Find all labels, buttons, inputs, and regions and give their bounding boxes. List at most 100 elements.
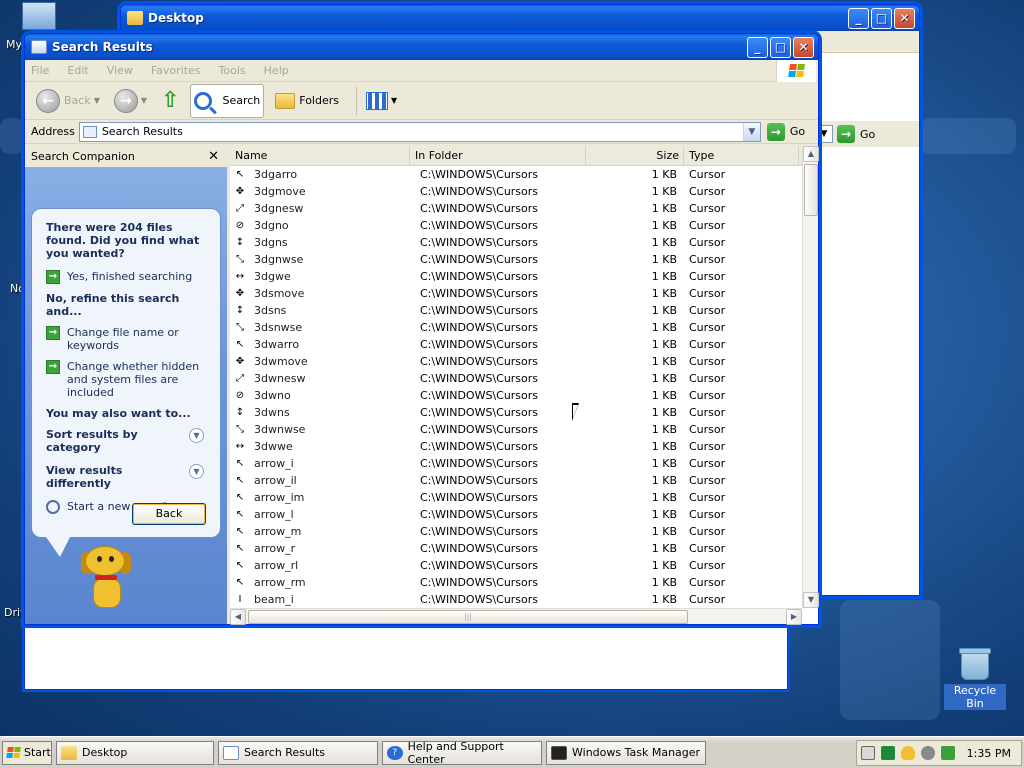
folders-button[interactable]: Folders [272, 84, 342, 118]
wallpaper-tile [0, 118, 24, 154]
taskbar-button-help-support[interactable]: ? Help and Support Center [382, 740, 542, 766]
table-row[interactable]: ⤢ 3dwnesw C:\WINDOWS\Cursors 1 KB Cursor [230, 370, 802, 387]
green-arrow-icon: → [46, 326, 60, 340]
file-name: 3dwno [254, 389, 291, 402]
table-row[interactable]: ↖ arrow_im C:\WINDOWS\Cursors 1 KB Cursor [230, 489, 802, 506]
table-row[interactable]: ⤡ 3dwnwse C:\WINDOWS\Cursors 1 KB Cursor [230, 421, 802, 438]
file-size: 1 KB [651, 423, 677, 436]
close-icon[interactable]: ✕ [208, 149, 219, 164]
file-folder: C:\WINDOWS\Cursors [420, 576, 539, 589]
table-row[interactable]: ↕ 3dwns C:\WINDOWS\Cursors 1 KB Cursor [230, 404, 802, 421]
column-header-size[interactable]: Size [586, 146, 684, 165]
table-row[interactable]: ↖ arrow_rl C:\WINDOWS\Cursors 1 KB Cursor [230, 557, 802, 574]
table-row[interactable]: ↖ arrow_r C:\WINDOWS\Cursors 1 KB Cursor [230, 540, 802, 557]
column-header-name[interactable]: Name [230, 146, 410, 165]
table-row[interactable]: ⤡ 3dsnwse C:\WINDOWS\Cursors 1 KB Cursor [230, 319, 802, 336]
scroll-thumb[interactable] [804, 164, 818, 216]
my-computer-icon[interactable] [22, 2, 56, 30]
menu-file[interactable]: File [31, 64, 49, 77]
change-hidden-files-link[interactable]: → Change whether hidden and system files… [46, 360, 210, 399]
chevron-down-icon[interactable]: ▼ [391, 96, 397, 105]
menu-edit[interactable]: Edit [67, 64, 88, 77]
desktop-icon-label[interactable]: No [10, 282, 25, 295]
views-button[interactable]: ▼ [363, 84, 400, 118]
finished-searching-link[interactable]: → Yes, finished searching [46, 270, 210, 284]
column-header-folder[interactable]: In Folder [410, 146, 586, 165]
recycle-bin[interactable]: Recycle Bin [944, 648, 1006, 710]
chevron-down-icon[interactable]: ▼ [94, 96, 100, 105]
column-header-type[interactable]: Type [684, 146, 799, 165]
table-row[interactable]: ↖ arrow_rm C:\WINDOWS\Cursors 1 KB Cursor [230, 574, 802, 591]
maximize-button[interactable]: □ [871, 8, 892, 29]
table-row[interactable]: Ibeam_i C:\WINDOWS\Cursors 1 KB Cursor [230, 591, 802, 608]
chevron-down-icon[interactable]: ▼ [742, 122, 760, 141]
cursor-file-icon: ⤡ [236, 253, 244, 265]
back-button[interactable]: ← Back ▼ [33, 84, 103, 118]
table-row[interactable]: ↔ 3dgwe C:\WINDOWS\Cursors 1 KB Cursor [230, 268, 802, 285]
sort-results-link[interactable]: Sort results by category ▼ [46, 428, 210, 454]
table-row[interactable]: ✥ 3dwmove C:\WINDOWS\Cursors 1 KB Cursor [230, 353, 802, 370]
table-row[interactable]: ⤢ 3dgnesw C:\WINDOWS\Cursors 1 KB Cursor [230, 200, 802, 217]
maximize-button[interactable]: □ [770, 37, 791, 58]
vertical-scrollbar[interactable]: ▲ ▼ [802, 146, 819, 608]
address-input[interactable]: Search Results ▼ [78, 121, 761, 142]
menu-help[interactable]: Help [264, 64, 289, 77]
minimize-button[interactable]: _ [848, 8, 869, 29]
table-row[interactable]: ↖ 3dgarro C:\WINDOWS\Cursors 1 KB Cursor [230, 166, 802, 183]
network-icon[interactable] [880, 746, 895, 760]
keyboard-icon[interactable] [860, 746, 875, 760]
back-button[interactable]: Back [132, 503, 206, 525]
table-row[interactable]: ↕ 3dgns C:\WINDOWS\Cursors 1 KB Cursor [230, 234, 802, 251]
desktop-icon-label[interactable]: My [6, 38, 22, 51]
table-row[interactable]: ⊘ 3dgno C:\WINDOWS\Cursors 1 KB Cursor [230, 217, 802, 234]
security-shield-icon[interactable] [900, 746, 915, 760]
start-button[interactable]: Start [2, 740, 52, 765]
search-results-titlebar[interactable]: Search Results _ □ ✕ [25, 34, 818, 60]
file-type: Cursor [689, 185, 726, 198]
desktop-window-titlebar[interactable]: Desktop _ □ ✕ [121, 5, 919, 31]
safely-remove-icon[interactable] [940, 746, 955, 760]
table-row[interactable]: ↖ arrow_m C:\WINDOWS\Cursors 1 KB Cursor [230, 523, 802, 540]
table-row[interactable]: ↖ 3dwarro C:\WINDOWS\Cursors 1 KB Cursor [230, 336, 802, 353]
chevron-down-icon[interactable]: ▼ [189, 464, 204, 479]
scroll-right-button[interactable]: ▶ [786, 609, 802, 625]
table-row[interactable]: ⤡ 3dgnwse C:\WINDOWS\Cursors 1 KB Cursor [230, 251, 802, 268]
menu-tools[interactable]: Tools [219, 64, 246, 77]
table-row[interactable]: ✥ 3dsmove C:\WINDOWS\Cursors 1 KB Cursor [230, 285, 802, 302]
taskbar-button-search-results[interactable]: Search Results [218, 740, 378, 765]
menu-view[interactable]: View [107, 64, 133, 77]
search-results-window[interactable]: Search Results _ □ ✕ File Edit View Favo… [24, 33, 819, 625]
table-row[interactable]: ↖ arrow_i C:\WINDOWS\Cursors 1 KB Cursor [230, 455, 802, 472]
scroll-down-button[interactable]: ▼ [803, 592, 819, 608]
table-row[interactable]: ✥ 3dgmove C:\WINDOWS\Cursors 1 KB Cursor [230, 183, 802, 200]
table-row[interactable]: ⊘ 3dwno C:\WINDOWS\Cursors 1 KB Cursor [230, 387, 802, 404]
search-dog-icon[interactable] [77, 546, 137, 618]
search-button[interactable]: Search [190, 83, 265, 118]
view-results-link[interactable]: View results differently ▼ [46, 464, 210, 490]
cursor-file-icon: ↖ [235, 559, 245, 571]
table-row[interactable]: ↖ arrow_l C:\WINDOWS\Cursors 1 KB Cursor [230, 506, 802, 523]
scroll-up-button[interactable]: ▲ [803, 146, 819, 162]
volume-icon[interactable] [920, 746, 935, 760]
close-button[interactable]: ✕ [793, 37, 814, 58]
table-row[interactable]: ↖ arrow_il C:\WINDOWS\Cursors 1 KB Cursor [230, 472, 802, 489]
forward-button[interactable]: → ▼ [111, 84, 150, 118]
go-button[interactable]: → Go [766, 122, 805, 141]
menu-favorites[interactable]: Favorites [151, 64, 201, 77]
cursor-file-icon: ⊘ [235, 219, 245, 231]
close-button[interactable]: ✕ [894, 8, 915, 29]
change-file-name-link[interactable]: → Change file name or keywords [46, 326, 210, 352]
horizontal-scrollbar[interactable]: ◀ ||| ▶ [230, 608, 802, 625]
up-button[interactable]: ⇧ [158, 84, 182, 118]
scroll-left-button[interactable]: ◀ [230, 609, 246, 625]
go-button[interactable]: → Go [837, 125, 875, 143]
horizontal-scroll-thumb[interactable]: ||| [248, 610, 688, 624]
chevron-down-icon[interactable]: ▼ [189, 428, 204, 443]
chevron-down-icon[interactable]: ▼ [141, 96, 147, 105]
table-row[interactable]: ↕ 3dsns C:\WINDOWS\Cursors 1 KB Cursor [230, 302, 802, 319]
taskbar-button-task-manager[interactable]: Windows Task Manager [546, 740, 706, 765]
minimize-button[interactable]: _ [747, 37, 768, 58]
address-bar-partial: ▼ → Go [809, 121, 919, 147]
taskbar-button-desktop[interactable]: Desktop [56, 740, 214, 765]
table-row[interactable]: ↔ 3dwwe C:\WINDOWS\Cursors 1 KB Cursor [230, 438, 802, 455]
